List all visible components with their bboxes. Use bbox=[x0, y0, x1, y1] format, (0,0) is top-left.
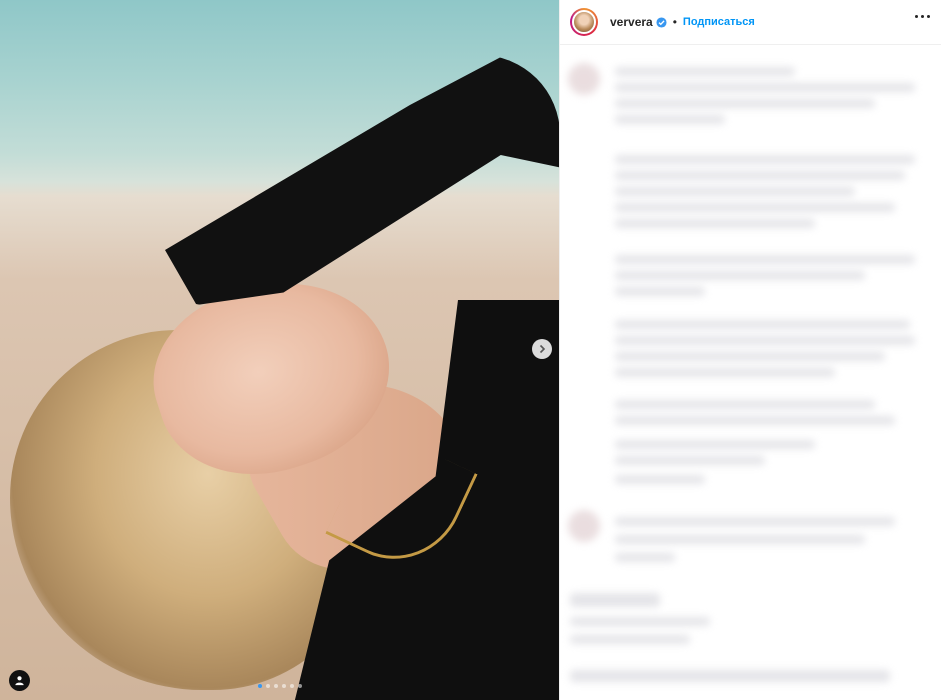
blurred-line bbox=[615, 83, 915, 92]
blurred-line bbox=[615, 287, 705, 296]
blurred-line bbox=[615, 271, 865, 280]
blurred-line bbox=[615, 553, 675, 562]
more-options-icon[interactable] bbox=[915, 15, 930, 18]
username-link[interactable]: ververa bbox=[610, 15, 653, 29]
verified-badge-icon bbox=[656, 16, 667, 28]
blurred-line bbox=[570, 670, 890, 682]
blurred-line bbox=[615, 475, 705, 484]
blurred-line bbox=[615, 320, 910, 329]
blurred-line bbox=[615, 155, 915, 164]
blurred-line bbox=[615, 255, 915, 264]
post-photo bbox=[0, 0, 559, 700]
photo-arm bbox=[165, 55, 559, 305]
comments-area-blurred bbox=[560, 45, 941, 700]
blurred-line bbox=[615, 517, 895, 526]
separator-dot: • bbox=[672, 15, 677, 29]
blurred-line bbox=[615, 336, 915, 345]
blurred-line bbox=[615, 99, 875, 108]
post-sidebar: ververa • Подписаться bbox=[559, 0, 941, 700]
post-header: ververa • Подписаться bbox=[560, 0, 941, 45]
next-arrow-icon bbox=[539, 344, 546, 354]
tagged-users-button[interactable] bbox=[9, 670, 30, 691]
blurred-line bbox=[570, 593, 660, 607]
comment-avatar bbox=[568, 63, 600, 95]
blurred-line bbox=[615, 400, 875, 409]
blurred-line bbox=[615, 456, 765, 465]
story-ring[interactable] bbox=[570, 8, 598, 36]
blurred-line bbox=[615, 203, 895, 212]
blurred-line bbox=[615, 352, 885, 361]
comment-avatar bbox=[568, 510, 600, 542]
carousel-dot bbox=[274, 684, 278, 688]
carousel-dot bbox=[266, 684, 270, 688]
blurred-line bbox=[615, 67, 795, 76]
carousel-dot bbox=[298, 684, 302, 688]
follow-button[interactable]: Подписаться bbox=[683, 16, 755, 28]
post-media[interactable] bbox=[0, 0, 559, 700]
carousel-indicator bbox=[258, 684, 302, 688]
carousel-dot bbox=[290, 684, 294, 688]
blurred-line bbox=[615, 187, 855, 196]
blurred-line bbox=[615, 535, 865, 544]
blurred-line bbox=[570, 617, 710, 626]
next-slide-button[interactable] bbox=[532, 339, 552, 359]
carousel-dot bbox=[282, 684, 286, 688]
blurred-line bbox=[615, 115, 725, 124]
avatar[interactable] bbox=[572, 10, 596, 34]
blurred-line bbox=[615, 368, 835, 377]
blurred-line bbox=[615, 440, 815, 449]
blurred-line bbox=[615, 416, 895, 425]
blurred-line bbox=[570, 635, 690, 644]
user-tag-icon bbox=[15, 676, 24, 686]
blurred-line bbox=[615, 171, 905, 180]
carousel-dot bbox=[258, 684, 262, 688]
blurred-line bbox=[615, 219, 815, 228]
